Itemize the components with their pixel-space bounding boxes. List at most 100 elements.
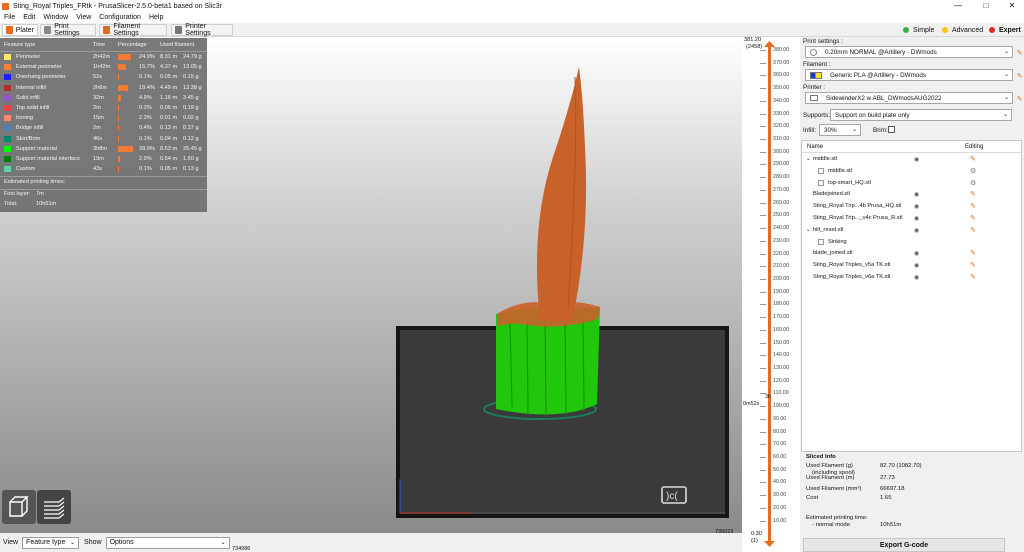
show-options-select[interactable]: Options ⌄ (105, 536, 230, 549)
legend-row[interactable]: Internal infill 2h6m 19.4% 4.49 m 13.38 g (0, 83, 207, 93)
edit-icon[interactable]: ✎ (970, 261, 976, 269)
supports-select[interactable]: Support on build plate only ⌄ (830, 109, 1012, 121)
object-list-item[interactable]: Sting_Royal Trip...4b Prusa_HQ.stl ◉ ✎ (802, 201, 1021, 212)
expander-chevron-icon[interactable]: ⌄ (806, 227, 811, 233)
menu-window[interactable]: Window (39, 14, 72, 21)
tab-filament-settings-label: Filament Settings (113, 23, 141, 37)
edit-icon[interactable]: ✎ (970, 249, 976, 257)
object-list-item[interactable]: Sting_Royal Triples_v6a TK.stl ◉ ✎ (802, 272, 1021, 283)
menu-help[interactable]: Help (145, 14, 167, 21)
print-settings-select[interactable]: 0.20mm NORMAL @Artillery - DWmods ⌄ (805, 46, 1013, 58)
vslider-tick-label: 340.00 (773, 97, 790, 104)
view-select[interactable]: Feature type ⌄ (22, 536, 80, 549)
tab-filament-settings[interactable]: Filament Settings (99, 23, 167, 37)
object-list-item[interactable]: Bladejoined.stl ◉ ✎ (802, 189, 1021, 200)
eye-icon[interactable]: ◉ (914, 227, 919, 234)
object-list-item[interactable]: ⌄ hilt_reset.stl ◉ ✎ (802, 225, 1021, 236)
legend-row[interactable]: Solid infill 32m 4.9% 1.16 m 3.45 g (0, 93, 207, 103)
legend-row[interactable]: Support material interface 19m 2.9% 0.54 m 1… (0, 154, 207, 164)
chevron-down-icon: ⌄ (1002, 112, 1008, 118)
legend-row[interactable]: Support material 3h8m 28.9% 8.53 m 25.45 g (0, 144, 207, 154)
edit-icon[interactable]: ✎ (970, 190, 976, 198)
object-list-item[interactable]: Sting_Royal Trip..._v4c Prusa_R.stl ◉ ✎ (802, 213, 1021, 224)
eye-icon[interactable]: ◉ (914, 250, 919, 257)
view-layers-button[interactable] (37, 490, 71, 524)
object-list-item[interactable]: middle.stl ⚙ (802, 166, 1021, 177)
vslider-tick-label: 350.00 (773, 85, 790, 92)
legend-row[interactable]: Custom 43s 0.1% 0.05 m 0.13 g (0, 164, 207, 174)
vertical-layer-slider[interactable]: 381.20 (2458) 380.00 370.00 360.00 350.00 34… (742, 37, 800, 552)
settings-gear-icon[interactable]: ⚙ (970, 179, 976, 187)
object-list-item[interactable]: top-smart_HQ.stl ⚙ (802, 178, 1021, 189)
legend-row[interactable]: External perimeter 1h42m 15.7% 4.37 m 13.05 … (0, 62, 207, 72)
vslider-tick-line (760, 113, 766, 115)
close-window-button[interactable]: ✕ (1000, 0, 1024, 12)
edit-icon[interactable]: ✎ (970, 214, 976, 222)
vslider-tick-line (760, 317, 766, 319)
edit-icon[interactable]: ✎ (970, 202, 976, 210)
sliced-info-value: 27.73 (880, 475, 895, 481)
legend-length: 1.16 m (160, 94, 178, 101)
menu-edit[interactable]: Edit (19, 14, 39, 21)
eye-icon[interactable]: ◉ (914, 262, 919, 269)
mode-simple[interactable]: Simple (900, 24, 937, 36)
brim-checkbox[interactable] (888, 126, 895, 133)
edit-filament-icon[interactable]: ✎ (1015, 70, 1024, 81)
filament-select[interactable]: Generic PLA @Artillery - DWmods ⌄ (805, 69, 1013, 81)
eye-icon[interactable]: ◉ (914, 156, 919, 163)
legend-row[interactable]: Bridge infill 2m 0.4% 0.13 m 0.37 g (0, 123, 207, 133)
object-list-item[interactable]: ⌄ middle.stl ◉ ✎ (802, 154, 1021, 165)
expander-chevron-icon[interactable]: ⌄ (806, 156, 811, 162)
print-settings-label: Print settings : (803, 38, 843, 45)
edit-icon[interactable]: ✎ (970, 273, 976, 281)
vslider-tick-line (760, 355, 766, 357)
legend-weight: 0.13 g (183, 166, 199, 173)
gear-icon (810, 48, 817, 56)
vslider-tick-line (760, 380, 766, 382)
legend-length: 4.49 m (160, 84, 178, 91)
settings-gear-icon[interactable]: ⚙ (970, 167, 976, 175)
vslider-bottom-thumb-icon[interactable] (764, 541, 775, 547)
vslider-tick-label: 150.00 (773, 339, 790, 346)
menu-configuration[interactable]: Configuration (95, 14, 145, 21)
legend-weight: 0.02 g (183, 115, 199, 122)
legend-row[interactable]: Ironing 15m 2.3% 0.01 m 0.02 g (0, 113, 207, 123)
mode-expert[interactable]: Expert (986, 24, 1024, 36)
export-gcode-button[interactable]: Export G-code (803, 538, 1005, 552)
menu-file[interactable]: File (0, 14, 19, 21)
legend-color-swatch (4, 166, 11, 173)
object-list-item[interactable]: blade_joined.stl ◉ ✎ (802, 248, 1021, 259)
vslider-tick-label: 100.00 (773, 403, 790, 410)
legend-feature-name: Solid infill (16, 94, 40, 101)
legend-percentage-bar (118, 115, 120, 122)
legend-percentage: 0.4% (139, 125, 152, 132)
minimize-button[interactable]: — (946, 0, 970, 12)
edit-printer-icon[interactable]: ✎ (1015, 93, 1024, 104)
legend-row[interactable]: Skirt/Brim 46s 0.1% 0.04 m 0.12 g (0, 134, 207, 144)
tab-printer-settings[interactable]: Printer Settings (171, 23, 233, 37)
maximize-button[interactable]: □ (974, 0, 998, 12)
tab-plater[interactable]: Plater (2, 24, 38, 36)
eye-icon[interactable]: ◉ (914, 274, 919, 281)
legend-row[interactable]: Perimeter 2h42m 24.9% 8.31 m 24.79 g (0, 52, 207, 62)
edit-icon[interactable]: ✎ (970, 155, 976, 163)
legend-row[interactable]: Top solid infill 2m 0.3% 0.06 m 0.19 g (0, 103, 207, 113)
view-3d-button[interactable] (2, 490, 36, 524)
tab-print-settings[interactable]: Print Settings (40, 23, 96, 37)
eye-icon[interactable]: ◉ (914, 215, 919, 222)
mode-advanced[interactable]: Advanced (939, 24, 986, 36)
vslider-tick-label: 160.00 (773, 326, 790, 333)
edit-icon[interactable]: ✎ (970, 226, 976, 234)
edit-print-settings-icon[interactable]: ✎ (1015, 47, 1024, 58)
infill-select[interactable]: 30% ⌄ (819, 124, 861, 136)
printer-select[interactable]: SidewinderX2 w ABL_DWmodsAUG2022 ⌄ (805, 92, 1013, 104)
eye-icon[interactable]: ◉ (914, 203, 919, 210)
menu-view[interactable]: View (72, 14, 95, 21)
object-list-item[interactable]: Sting_Royal Triples_v5a TK.stl ◉ ✎ (802, 260, 1021, 271)
vslider-tick-line (760, 278, 766, 280)
object-list-item[interactable]: Sinking (802, 237, 1021, 248)
vslider-tick-label: 250.00 (773, 212, 790, 219)
legend-row[interactable]: Overhang perimeter 52s 0.1% 0.05 m 0.15 g (0, 72, 207, 82)
vslider-tick-label: 300.00 (773, 148, 790, 155)
eye-icon[interactable]: ◉ (914, 191, 919, 198)
